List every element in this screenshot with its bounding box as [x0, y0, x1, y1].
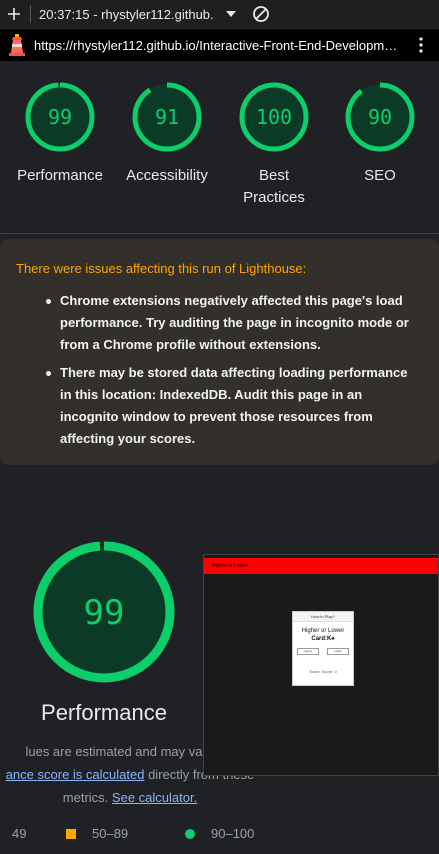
preview-line: Card:K♠ [311, 636, 335, 642]
run-warnings-box: There were issues affecting this run of … [0, 239, 439, 465]
score-ring: 90 [345, 82, 415, 152]
report-url-bar: https://rhystyler112.github.io/Interacti… [0, 29, 439, 61]
devtools-toolbar: 20:37:15 - rhystyler112.github. [0, 0, 439, 29]
gauge-score: 100 [256, 105, 292, 129]
square-icon [66, 828, 76, 839]
report-url-link[interactable]: https://rhystyler112.github.io/Interacti… [34, 38, 406, 53]
circle-icon [185, 828, 195, 839]
report-selector-title[interactable]: 20:37:15 - rhystyler112.github. [39, 7, 217, 22]
preview-higher-button: Higher [297, 648, 319, 655]
legend-fail-range: 49 [12, 826, 27, 841]
gauge-best-practices[interactable]: 100 Best Practices [224, 81, 324, 209]
warning-item: There may be stored data affecting loadi… [46, 362, 420, 450]
desc-text: metrics. [62, 790, 112, 805]
preview-card-head: How to Play? [293, 612, 353, 622]
block-icon[interactable] [247, 5, 275, 23]
legend-average: 50–89 [66, 826, 128, 841]
gauge-score: 91 [155, 105, 179, 129]
score-ring: 91 [132, 82, 202, 152]
category-scores: 99 Performance 91 Accessibility 100 Best… [0, 61, 439, 234]
toolbar-divider [30, 5, 31, 23]
score-legend: 49 50–89 90–100 [0, 824, 439, 844]
score-ring: 100 [239, 82, 309, 152]
score-calculated-link[interactable]: ance score is calculated [6, 767, 145, 782]
legend-average-range: 50–89 [92, 826, 129, 841]
performance-gauge[interactable]: 99 [30, 538, 178, 686]
gauge-score: 90 [368, 105, 392, 129]
warnings-list: Chrome extensions negatively affected th… [16, 290, 423, 450]
legend-fail: 49 [0, 826, 26, 841]
warning-item: Chrome extensions negatively affected th… [46, 290, 420, 356]
gauge-score: 99 [48, 105, 72, 129]
performance-title: Performance [41, 700, 167, 725]
gauge-label: Accessibility [126, 167, 208, 184]
legend-pass: 90–100 [185, 826, 254, 841]
gauge-seo[interactable]: 90 SEO [330, 81, 430, 187]
gauge-performance[interactable]: 99 Performance [10, 81, 110, 187]
preview-card: How to Play? Higher or Lower Card:K♠ Hig… [292, 611, 354, 686]
plus-icon[interactable] [0, 0, 28, 29]
preview-line: Higher or Lower [301, 628, 345, 634]
preview-score: Score: Score: 0 [309, 669, 337, 674]
gauge-label: Performance [17, 167, 103, 184]
preview-lower-button: Lower [327, 648, 349, 655]
preview-buttons: Higher Lower [293, 648, 353, 655]
caret-down-icon[interactable] [221, 10, 241, 18]
warnings-title: There were issues affecting this run of … [16, 261, 307, 276]
see-calculator-link[interactable]: See calculator. [112, 790, 197, 805]
more-options-icon[interactable] [406, 37, 436, 53]
gauge-label: SEO [364, 167, 396, 184]
lighthouse-icon [0, 29, 34, 61]
legend-pass-range: 90–100 [211, 826, 255, 841]
gauge-accessibility[interactable]: 91 Accessibility [117, 81, 217, 187]
final-screenshot[interactable]: Higher or Lower How to Play? Higher or L… [203, 554, 439, 776]
preview-header: Higher or Lower [204, 558, 438, 574]
performance-score: 99 [84, 593, 125, 633]
gauge-label: Best Practices [243, 167, 305, 206]
score-ring: 99 [25, 82, 95, 152]
desc-line: metrics. See calculator. [0, 786, 260, 809]
